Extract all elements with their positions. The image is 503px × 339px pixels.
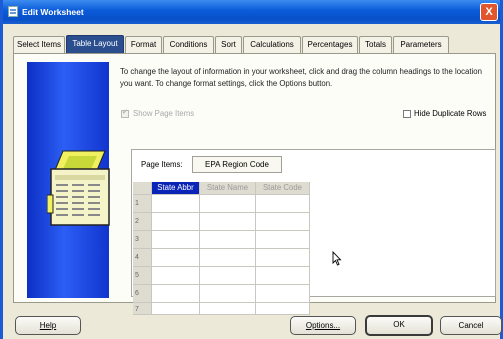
row-number: 3 — [133, 231, 152, 249]
instructions-text: To change the layout of information in y… — [120, 67, 482, 88]
tab-select-items[interactable]: Select Items — [13, 36, 65, 53]
tab-calculations[interactable]: Calculations — [243, 36, 301, 53]
tab-format[interactable]: Format — [125, 36, 162, 53]
table-cell — [152, 231, 200, 249]
column-header-state-name[interactable]: State Name — [200, 182, 256, 195]
hide-duplicate-rows-checkbox[interactable] — [403, 110, 411, 118]
table-cell — [256, 249, 310, 267]
show-page-items-label: Show Page Items — [133, 109, 195, 118]
table-cell — [256, 213, 310, 231]
table-cell — [200, 195, 256, 213]
tab-totals[interactable]: Totals — [359, 36, 392, 53]
worksheet-illustration — [47, 150, 110, 226]
options-button[interactable]: Options... — [290, 316, 356, 335]
table-cell — [200, 213, 256, 231]
wizard-side-graphic — [27, 62, 110, 298]
table-cell — [152, 249, 200, 267]
table-cell — [200, 231, 256, 249]
row-number: 1 — [133, 195, 152, 213]
worksheet-icon — [8, 6, 18, 17]
table-cell — [200, 285, 256, 303]
column-header-state-abbr[interactable]: State Abbr — [152, 182, 200, 195]
table-cell — [256, 267, 310, 285]
table-cell — [152, 303, 200, 315]
tab-sort[interactable]: Sort — [215, 36, 242, 53]
column-header-state-code[interactable]: State Code — [256, 182, 310, 195]
tab-percentages[interactable]: Percentages — [302, 36, 358, 53]
mouse-pointer-icon — [332, 251, 342, 266]
show-page-items-checkbox[interactable] — [121, 108, 129, 118]
close-button[interactable]: X — [480, 3, 498, 21]
table-cell — [256, 285, 310, 303]
table-cell — [200, 249, 256, 267]
cancel-button[interactable]: Cancel — [440, 316, 502, 335]
table-cell — [256, 231, 310, 249]
help-button[interactable]: Help — [15, 316, 81, 335]
options-button-label: Options... — [305, 321, 341, 330]
layout-grid-area: Page Items: EPA Region Code State Abbr S… — [131, 149, 496, 315]
tab-conditions[interactable]: Conditions — [163, 36, 214, 53]
table-corner — [133, 182, 152, 195]
cancel-button-label: Cancel — [458, 321, 484, 330]
row-number: 5 — [133, 267, 152, 285]
table-layout-panel: To change the layout of information in y… — [13, 53, 496, 315]
table-cell — [152, 195, 200, 213]
edit-worksheet-dialog: Edit Worksheet X Select Items Table Layo… — [0, 0, 503, 339]
tab-table-layout[interactable]: Table Layout — [66, 35, 124, 53]
table-cell — [152, 285, 200, 303]
title-bar[interactable]: Edit Worksheet X — [3, 0, 500, 24]
row-number: 6 — [133, 285, 152, 303]
hide-duplicate-rows-label: Hide Duplicate Rows — [414, 109, 487, 118]
table-cell — [256, 195, 310, 213]
table-cell — [200, 267, 256, 285]
row-number: 2 — [133, 213, 152, 231]
dialog-title: Edit Worksheet — [22, 7, 84, 17]
row-number: 7 — [133, 303, 152, 315]
help-button-label: Help — [39, 321, 57, 330]
row-number: 4 — [133, 249, 152, 267]
tab-parameters[interactable]: Parameters — [393, 36, 449, 53]
table-cell — [152, 267, 200, 285]
ok-button-label: OK — [393, 320, 405, 329]
table-cell — [200, 303, 256, 315]
ok-button[interactable]: OK — [365, 315, 433, 336]
table-cell — [152, 213, 200, 231]
page-item-epa-region-code[interactable]: EPA Region Code — [192, 156, 282, 173]
page-items-label: Page Items: — [141, 160, 183, 169]
table-cell — [256, 303, 310, 315]
